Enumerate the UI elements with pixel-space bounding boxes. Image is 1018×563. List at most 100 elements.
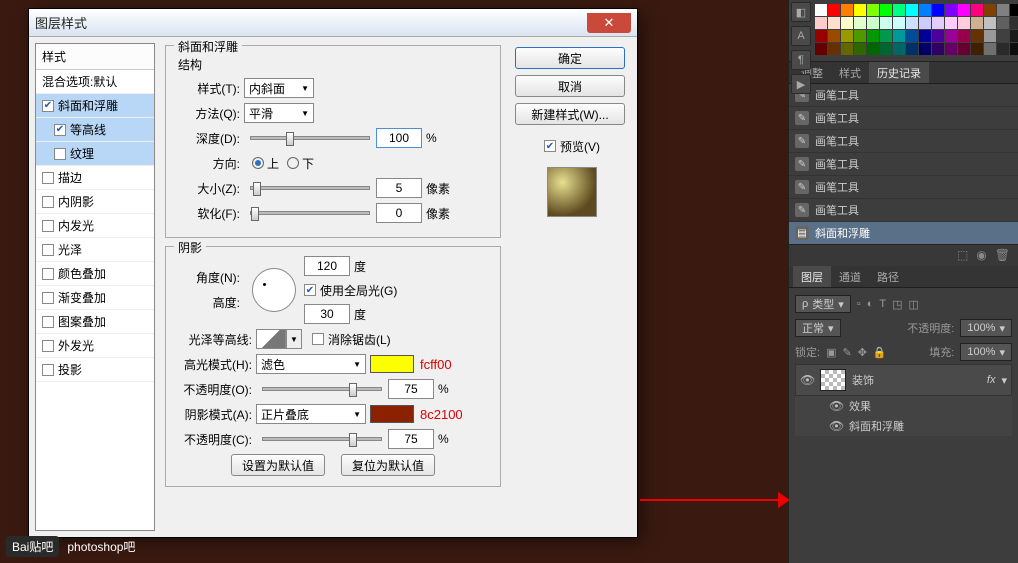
color-swatch[interactable]	[958, 17, 970, 29]
color-swatch[interactable]	[828, 43, 840, 55]
color-swatch[interactable]	[984, 30, 996, 42]
titlebar[interactable]: 图层样式 ✕	[29, 9, 637, 37]
color-swatch[interactable]	[984, 4, 996, 16]
color-swatch[interactable]	[854, 4, 866, 16]
history-item[interactable]: ✎画笔工具	[789, 176, 1018, 199]
color-swatch[interactable]	[906, 17, 918, 29]
antialias-checkbox[interactable]	[312, 333, 324, 345]
history-item[interactable]: ✎画笔工具	[789, 107, 1018, 130]
sidebar-item-2[interactable]: 纹理	[36, 142, 154, 166]
color-swatch[interactable]	[997, 4, 1009, 16]
color-swatch[interactable]	[880, 17, 892, 29]
technique-select[interactable]: 平滑▼	[244, 103, 314, 123]
angle-input[interactable]: 120	[304, 256, 350, 276]
color-swatch[interactable]	[932, 43, 944, 55]
checkbox[interactable]	[42, 364, 54, 376]
close-button[interactable]: ✕	[587, 13, 631, 33]
checkbox[interactable]	[42, 220, 54, 232]
color-swatch[interactable]	[997, 30, 1009, 42]
play-icon[interactable]: ▶	[791, 74, 811, 94]
color-swatch[interactable]	[854, 17, 866, 29]
sidebar-item-1[interactable]: ✔等高线	[36, 118, 154, 142]
history-item[interactable]: ✎画笔工具	[789, 153, 1018, 176]
depth-slider[interactable]	[250, 136, 370, 140]
visibility-icon[interactable]: 👁	[800, 373, 814, 387]
sidebar-item-3[interactable]: 描边	[36, 166, 154, 190]
color-swatch[interactable]	[906, 30, 918, 42]
color-swatch[interactable]	[867, 4, 879, 16]
visibility-icon[interactable]: 👁	[829, 399, 843, 413]
color-swatch[interactable]	[932, 30, 944, 42]
checkbox[interactable]: ✔	[42, 100, 54, 112]
sh-color-swatch[interactable]	[370, 405, 414, 423]
color-swatch[interactable]	[971, 43, 983, 55]
color-swatch[interactable]	[932, 17, 944, 29]
global-light-checkbox[interactable]: ✔	[304, 284, 316, 296]
sidebar-item-0[interactable]: ✔斜面和浮雕	[36, 94, 154, 118]
effect-bevel-row[interactable]: 👁 斜面和浮雕	[795, 416, 1012, 436]
color-swatch[interactable]	[1010, 30, 1018, 42]
hl-opacity-slider[interactable]	[262, 387, 382, 391]
filter-smart-icon[interactable]: ◫	[909, 298, 919, 311]
sidebar-blend-options[interactable]: 混合选项:默认	[36, 70, 154, 94]
filter-type-icon[interactable]: T	[879, 298, 886, 310]
new-style-button[interactable]: 新建样式(W)...	[515, 103, 625, 125]
lock-brush-icon[interactable]: ✎	[842, 346, 851, 359]
size-slider[interactable]	[250, 186, 370, 190]
color-swatch[interactable]	[893, 30, 905, 42]
gloss-contour[interactable]	[256, 329, 286, 349]
layer-thumbnail[interactable]	[820, 369, 846, 391]
camera-icon[interactable]: ◉	[976, 248, 986, 263]
color-swatch[interactable]	[945, 17, 957, 29]
checkbox[interactable]	[42, 340, 54, 352]
color-swatch[interactable]	[932, 4, 944, 16]
layer-kind-select[interactable]: ρ类型▾	[795, 295, 851, 313]
hl-mode-select[interactable]: 滤色▼	[256, 354, 366, 374]
filter-shape-icon[interactable]: ◳	[892, 298, 902, 311]
layer-item[interactable]: 👁 装饰 fx ▾	[795, 364, 1012, 396]
color-swatch[interactable]	[893, 17, 905, 29]
depth-input[interactable]: 100	[376, 128, 422, 148]
collapse-effects-icon[interactable]: ▾	[1001, 374, 1007, 387]
color-swatch[interactable]	[997, 17, 1009, 29]
sh-mode-select[interactable]: 正片叠底▼	[256, 404, 366, 424]
history-item[interactable]: ✎画笔工具	[789, 130, 1018, 153]
color-swatch[interactable]	[919, 43, 931, 55]
filter-adjust-icon[interactable]: ◐	[867, 298, 874, 310]
soften-slider[interactable]	[250, 211, 370, 215]
filter-pixel-icon[interactable]: ▫	[857, 298, 861, 310]
color-swatch[interactable]	[1010, 17, 1018, 29]
blend-mode-select[interactable]: 正常▾	[795, 319, 841, 337]
color-swatch[interactable]	[854, 43, 866, 55]
history-item-selected[interactable]: ▤斜面和浮雕	[789, 222, 1018, 244]
sh-opacity-input[interactable]: 75	[388, 429, 434, 449]
color-swatch[interactable]	[828, 4, 840, 16]
color-swatch[interactable]	[1010, 4, 1018, 16]
checkbox[interactable]	[42, 196, 54, 208]
color-swatch[interactable]	[1010, 43, 1018, 55]
angle-dial[interactable]	[252, 268, 296, 312]
paragraph-icon[interactable]: ¶	[791, 50, 811, 70]
color-swatch[interactable]	[971, 4, 983, 16]
checkbox[interactable]	[42, 316, 54, 328]
color-swatch[interactable]	[893, 4, 905, 16]
color-swatch[interactable]	[971, 30, 983, 42]
color-swatch[interactable]	[880, 43, 892, 55]
fx-indicator[interactable]: fx	[987, 374, 996, 386]
lock-all-icon[interactable]: 🔒	[873, 346, 887, 359]
tab-paths[interactable]: 路径	[869, 266, 907, 287]
color-swatch[interactable]	[971, 17, 983, 29]
sidebar-item-8[interactable]: 渐变叠加	[36, 286, 154, 310]
color-swatch[interactable]	[815, 30, 827, 42]
lock-pixels-icon[interactable]: ▣	[826, 346, 836, 359]
checkbox[interactable]	[42, 292, 54, 304]
color-swatch[interactable]	[828, 30, 840, 42]
checkbox[interactable]	[54, 148, 66, 160]
color-swatch[interactable]	[815, 17, 827, 29]
type-icon[interactable]: A	[791, 26, 811, 46]
ok-button[interactable]: 确定	[515, 47, 625, 69]
altitude-input[interactable]: 30	[304, 304, 350, 324]
sidebar-item-4[interactable]: 内阴影	[36, 190, 154, 214]
style-select[interactable]: 内斜面▼	[244, 78, 314, 98]
tab-styles[interactable]: 样式	[831, 62, 869, 83]
